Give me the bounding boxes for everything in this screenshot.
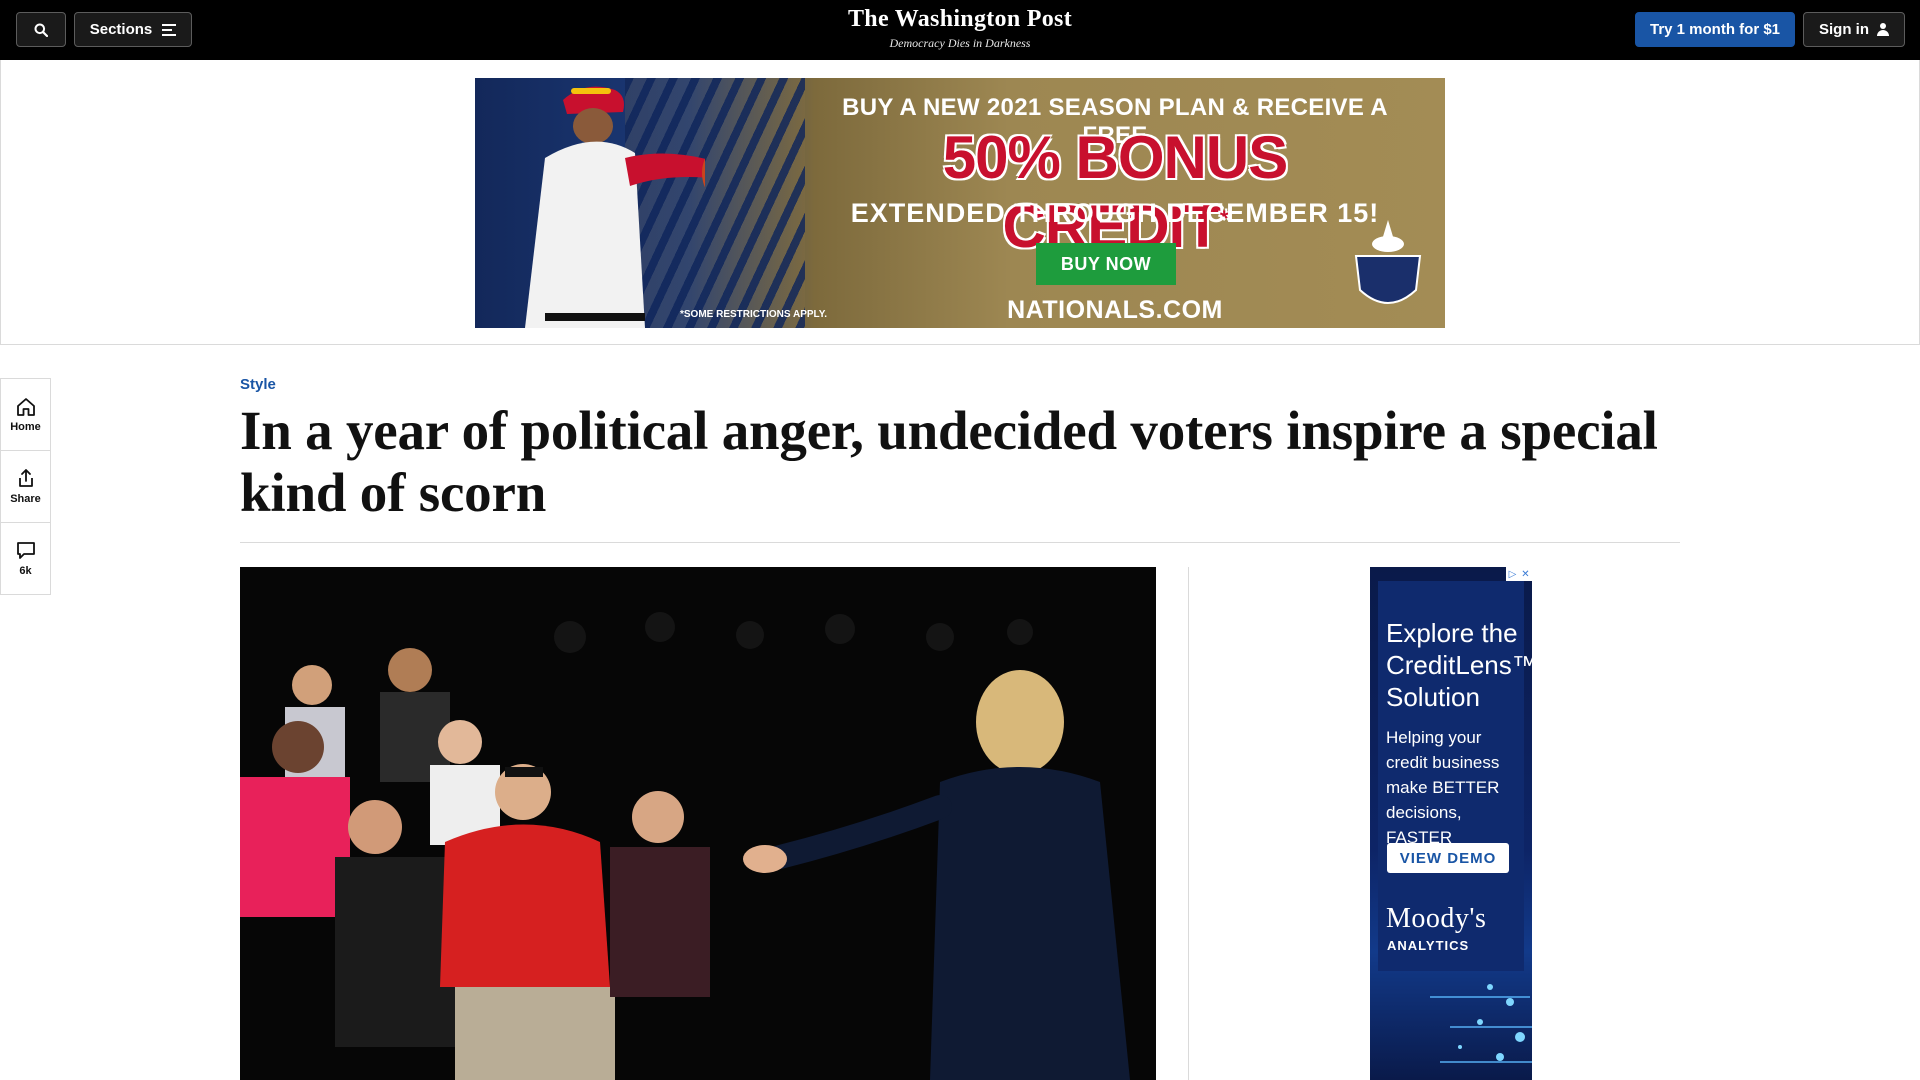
ad-buy-now-button[interactable]: BUY NOW	[1036, 243, 1176, 285]
side-ad-brand: Moody's	[1386, 903, 1487, 934]
section-kicker[interactable]: Style	[240, 376, 276, 393]
top-navigation-bar: Sections The Washington Post Democracy D…	[0, 0, 1920, 60]
side-ad-brand-sub: ANALYTICS	[1387, 938, 1470, 953]
banner-ad[interactable]: *SOME RESTRICTIONS APPLY. BUY A NEW 2021…	[475, 78, 1445, 328]
header-divider	[240, 542, 1680, 543]
light-streaks-graphic	[1430, 984, 1532, 1063]
ad-restrictions-text: *SOME RESTRICTIONS APPLY.	[680, 309, 828, 320]
side-ad-subtitle: Helping your credit business make BETTER…	[1386, 728, 1500, 847]
side-ad-title: Explore the CreditLens™ Solution	[1386, 618, 1532, 712]
side-rail-ad[interactable]: ▷ ✕ Explore the CreditLens™ Solution Hel…	[1370, 567, 1532, 1080]
home-icon	[16, 397, 35, 416]
ad-choices-icon[interactable]: ▷	[1506, 567, 1519, 581]
baseball-pitcher-image	[525, 86, 705, 328]
town-hall-audience-image	[240, 567, 1156, 1080]
close-ad-icon[interactable]: ✕	[1519, 567, 1532, 581]
article-action-rail: Home Share 6k	[0, 378, 51, 595]
sign-in-label: Sign in	[1819, 21, 1869, 38]
ad-site-url: NATIONALS.COM	[1007, 296, 1223, 324]
world-champions-badge	[1354, 220, 1422, 304]
masthead: The Washington Post Democracy Dies in Da…	[0, 6, 1920, 51]
subscribe-button[interactable]: Try 1 month for $1	[1635, 12, 1795, 47]
comment-icon	[16, 542, 35, 559]
sign-in-button[interactable]: Sign in	[1803, 12, 1905, 47]
rail-divider	[1188, 567, 1189, 1080]
home-rail-label: Home	[10, 420, 41, 433]
share-rail-button[interactable]: Share	[1, 451, 50, 523]
site-logo[interactable]: The Washington Post	[0, 6, 1920, 33]
ad-offer-text: 50% BONUS CREDIT	[942, 124, 1288, 260]
user-icon	[1877, 23, 1889, 36]
ad-extension: EXTENDED THROUGH DECEMBER 15!	[850, 198, 1380, 228]
ad-offer: 50% BONUS CREDIT*	[835, 123, 1395, 261]
view-demo-button[interactable]: VIEW DEMO	[1387, 843, 1509, 873]
ad-choices[interactable]: ▷ ✕	[1506, 567, 1532, 581]
comments-rail-button[interactable]: 6k	[1, 523, 50, 595]
share-icon	[18, 469, 33, 487]
lead-photo[interactable]	[240, 567, 1156, 1080]
article-headline: In a year of political anger, undecided …	[240, 400, 1658, 523]
site-tagline: Democracy Dies in Darkness	[889, 36, 1031, 50]
home-rail-button[interactable]: Home	[1, 379, 50, 451]
comment-count: 6k	[19, 565, 32, 577]
share-rail-label: Share	[10, 493, 41, 505]
